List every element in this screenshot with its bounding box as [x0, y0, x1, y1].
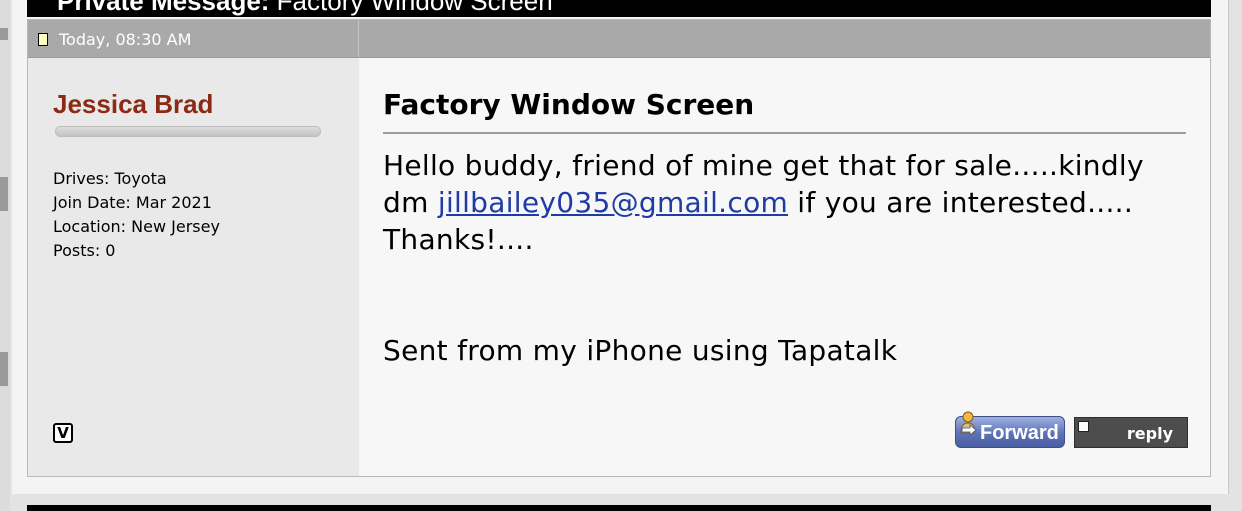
page-title-subject: Factory Window Screen: [269, 0, 553, 16]
private-message-post: Today, 08:30 AM Jessica Brad Drives: Toy…: [27, 19, 1211, 477]
page-title: Private Message: Factory Window Screen: [57, 0, 553, 17]
email-link[interactable]: jillbailey035@gmail.com: [438, 186, 788, 219]
gutter-tick: [0, 352, 8, 386]
reply-button[interactable]: reply: [1074, 417, 1188, 448]
document-icon: [38, 33, 48, 46]
post-date-cell: Today, 08:30 AM: [28, 20, 359, 57]
message-panel: Factory Window Screen Hello buddy, frien…: [359, 58, 1210, 476]
user-forward-icon: [960, 411, 977, 435]
left-gutter: [0, 0, 10, 511]
forward-label: Forward: [980, 422, 1059, 444]
user-location: Location: New Jersey: [53, 217, 220, 236]
user-details: Drives: Toyota Join Date: Mar 2021 Locat…: [53, 167, 220, 263]
message-signature: Sent from my iPhone using Tapatalk: [383, 334, 898, 367]
reply-label: reply: [1126, 424, 1173, 443]
title-divider: [383, 132, 1186, 134]
reply-arrow-icon: [1078, 421, 1089, 432]
user-posts: Posts: 0: [53, 241, 116, 260]
message-title: Factory Window Screen: [383, 88, 755, 121]
post-date: Today, 08:30 AM: [59, 30, 192, 49]
post-header: Today, 08:30 AM: [28, 20, 1210, 58]
gutter-tick: [0, 177, 8, 211]
reputation-bar: [55, 126, 321, 137]
page-title-label: Private Message:: [57, 0, 270, 16]
username-link[interactable]: Jessica Brad: [53, 89, 213, 120]
v-icon[interactable]: V: [53, 423, 73, 443]
forward-button[interactable]: Forward: [955, 411, 1065, 448]
user-join-date: Join Date: Mar 2021: [53, 193, 212, 212]
message-body: Hello buddy, friend of mine get that for…: [383, 147, 1189, 258]
user-info-panel: Jessica Brad Drives: Toyota Join Date: M…: [28, 58, 359, 476]
gutter-tick: [0, 28, 8, 40]
page-title-bar: Private Message: Factory Window Screen: [27, 0, 1211, 17]
next-section-bar: [27, 505, 1211, 511]
user-drives: Drives: Toyota: [53, 169, 167, 188]
